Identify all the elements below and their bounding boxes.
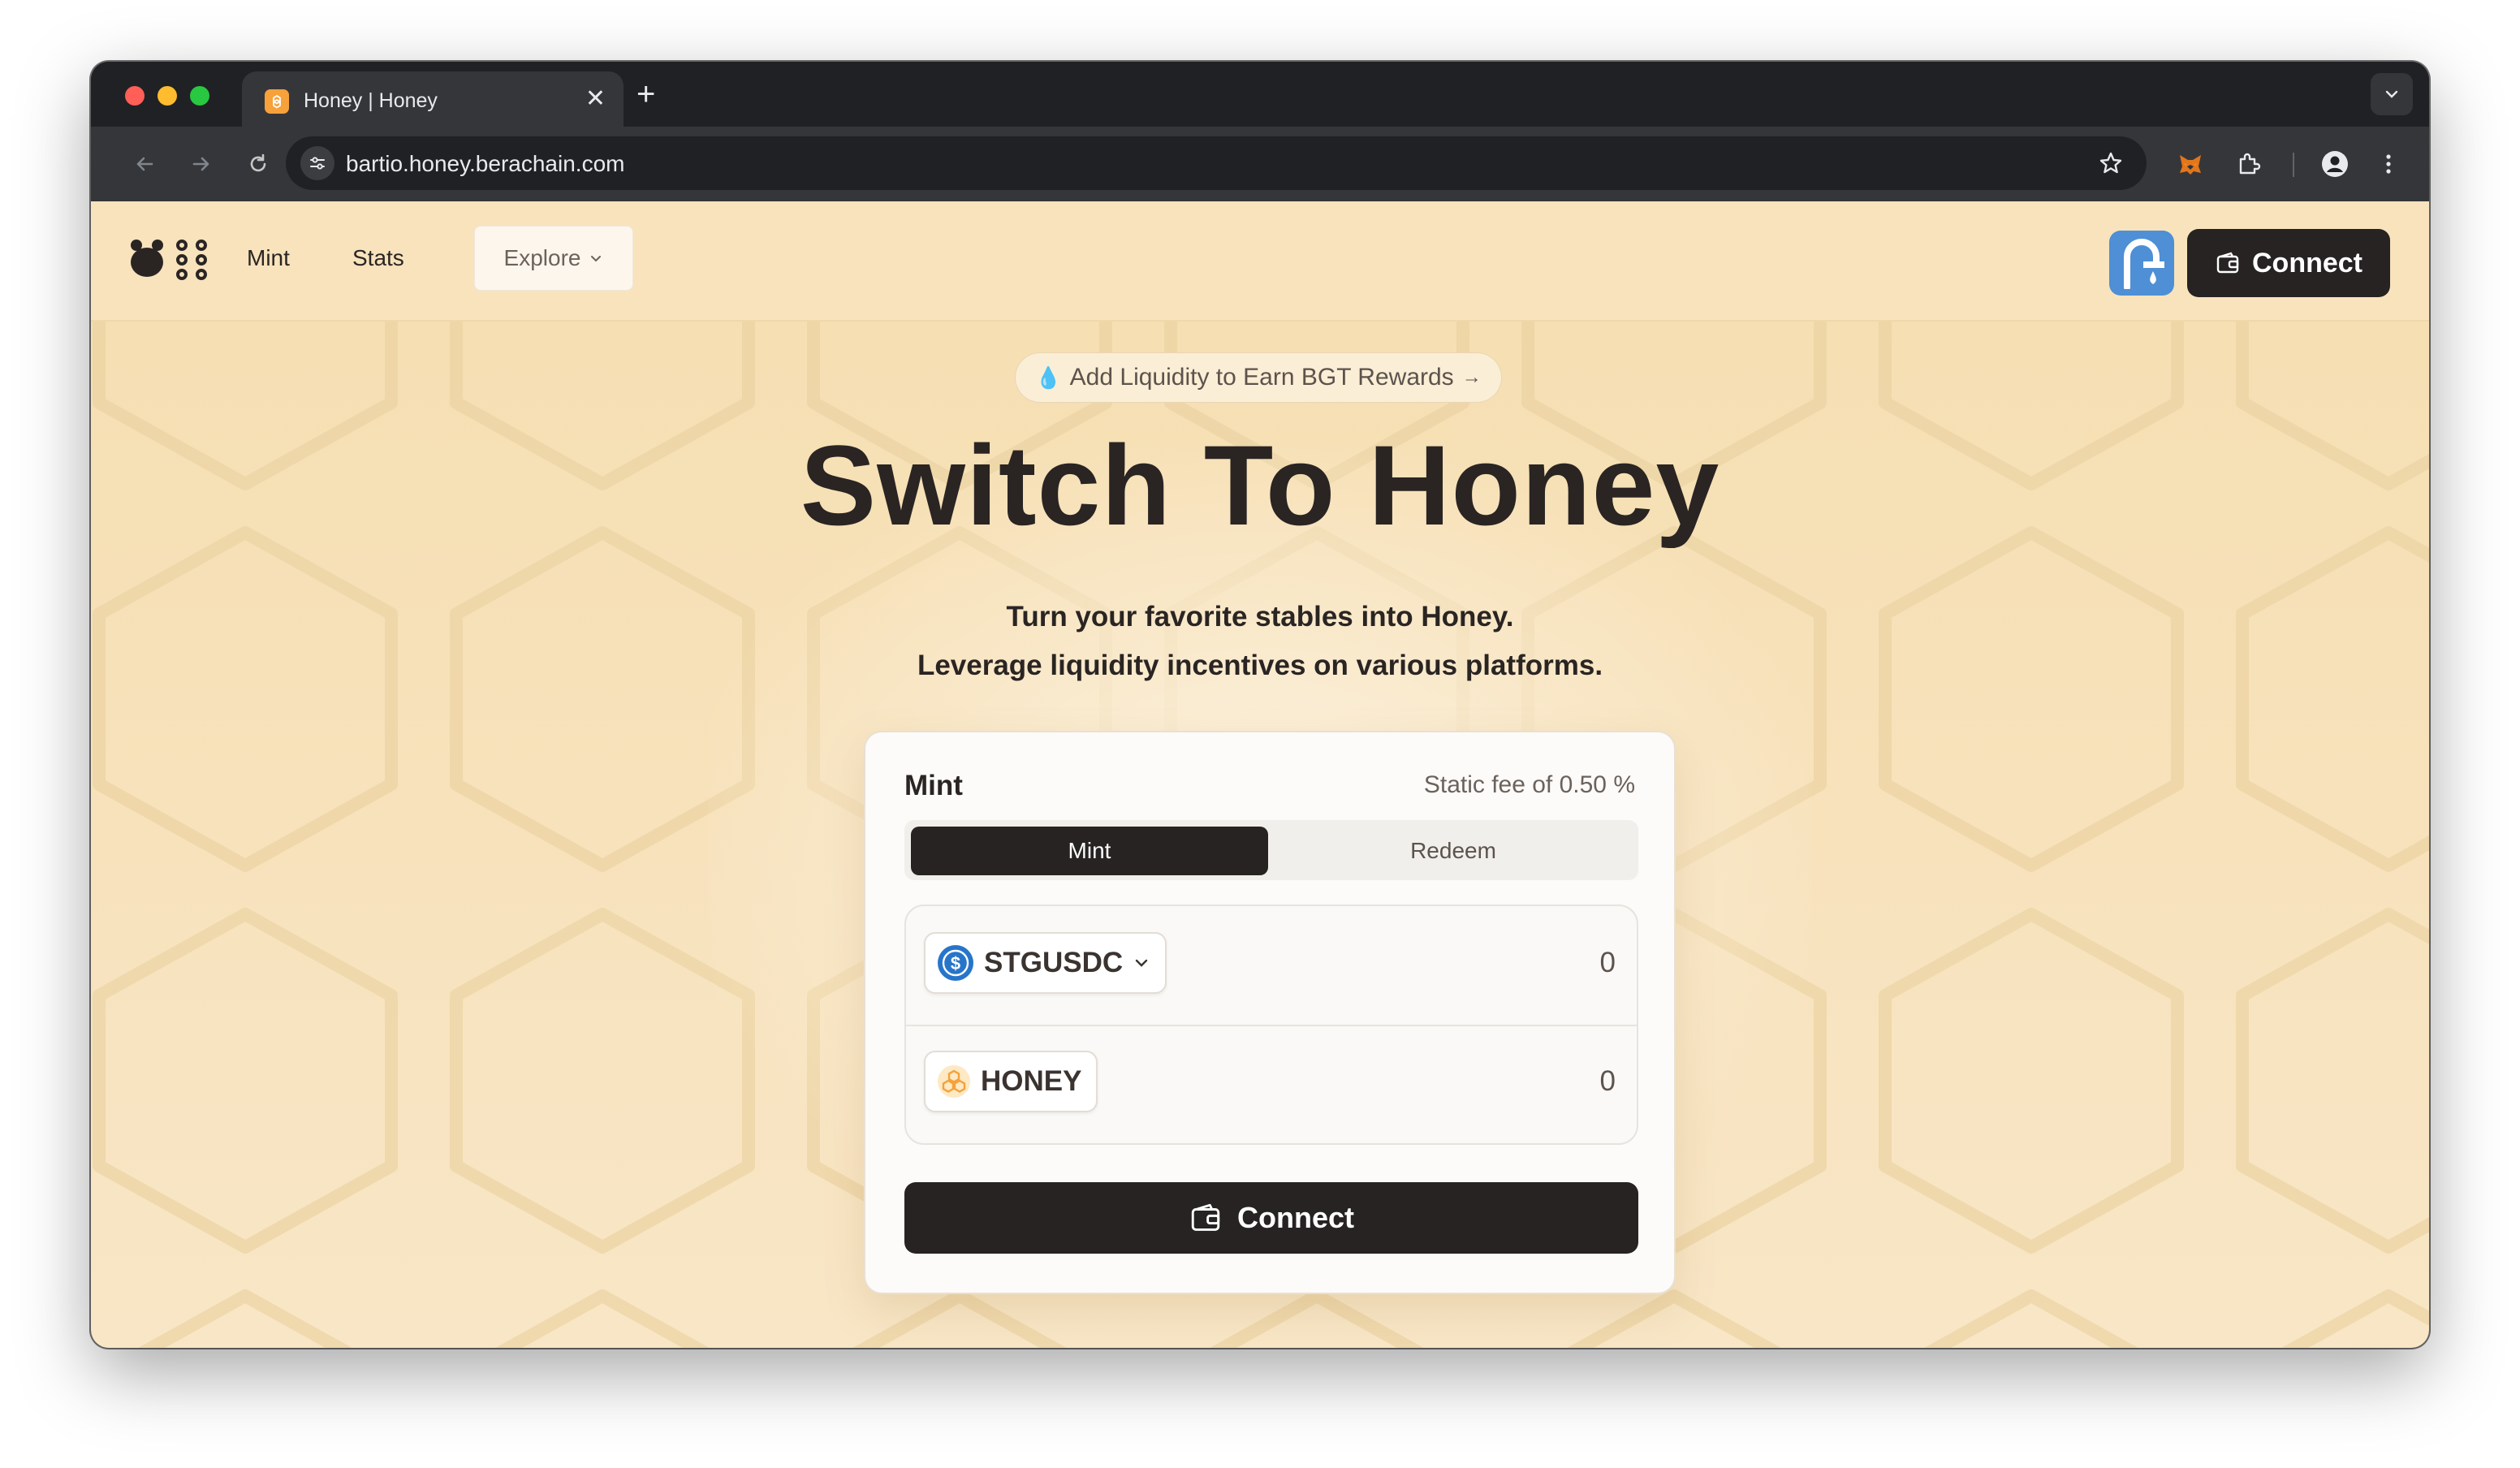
- faucet-icon[interactable]: [2109, 231, 2174, 296]
- bookmark-star-icon[interactable]: [2093, 145, 2129, 181]
- svg-text:$: $: [951, 953, 960, 974]
- mint-card: Mint Static fee of 0.50 % Mint Redeem $ …: [864, 731, 1676, 1294]
- honey-favicon-icon: [265, 89, 289, 114]
- tab-close-icon[interactable]: ✕: [585, 84, 606, 114]
- nav-mint-link[interactable]: Mint: [247, 245, 290, 271]
- profile-icon[interactable]: [2317, 146, 2353, 182]
- wallet-icon: [1191, 1203, 1220, 1231]
- tab-mint[interactable]: Mint: [911, 827, 1268, 875]
- new-tab-button[interactable]: +: [636, 76, 655, 112]
- token-divider: [906, 1025, 1637, 1026]
- connect-label: Connect: [1237, 1201, 1354, 1234]
- extensions-puzzle-icon[interactable]: [2231, 146, 2267, 182]
- page-title: Switch To Honey: [800, 421, 1720, 549]
- metamask-fox-icon[interactable]: [2173, 146, 2208, 182]
- chevron-down-icon: [1135, 959, 1148, 967]
- connect-wallet-button[interactable]: Connect: [904, 1182, 1638, 1254]
- token-input-box: $ STGUSDC 0 HONEY 0: [904, 905, 1638, 1145]
- site-settings-icon[interactable]: [300, 146, 334, 180]
- promo-text: Add Liquidity to Earn BGT Rewards: [1069, 364, 1454, 391]
- hero-subtitle-1: Turn your favorite stables into Honey.: [1006, 601, 1514, 633]
- usdc-icon: $: [938, 945, 973, 981]
- browser-window: Honey | Honey ✕ + bartio.honey.berachain…: [91, 62, 2429, 1348]
- fee-text: Static fee of 0.50 %: [1423, 771, 1635, 798]
- nav-stats-link[interactable]: Stats: [352, 245, 404, 271]
- page-content: Mint Stats Explore Connect 💧 Add Liquidi…: [91, 201, 2429, 1348]
- hero-subtitle-2: Leverage liquidity incentives on various…: [917, 650, 1603, 681]
- chevron-down-icon: [591, 256, 602, 262]
- to-token-display: HONEY: [924, 1051, 1098, 1112]
- wallet-icon: [2216, 252, 2239, 274]
- url-text: bartio.honey.berachain.com: [346, 151, 625, 176]
- address-bar[interactable]: bartio.honey.berachain.com: [286, 136, 2147, 190]
- from-token-selector[interactable]: $ STGUSDC: [924, 932, 1167, 994]
- from-token-symbol: STGUSDC: [984, 947, 1124, 978]
- connect-wallet-button-nav[interactable]: Connect: [2187, 229, 2390, 297]
- card-title: Mint: [904, 770, 963, 801]
- reload-icon[interactable]: [240, 146, 276, 182]
- browser-toolbar: bartio.honey.berachain.com: [91, 127, 2429, 201]
- browser-tab[interactable]: Honey | Honey ✕: [242, 71, 624, 127]
- berachain-logo-icon[interactable]: [128, 235, 214, 284]
- explore-dropdown-button[interactable]: Explore: [474, 226, 633, 291]
- tab-title: Honey | Honey: [304, 89, 438, 112]
- tab-strip: Honey | Honey ✕ +: [91, 62, 2429, 127]
- maximize-window-button[interactable]: [190, 86, 209, 106]
- to-token-symbol: HONEY: [981, 1065, 1082, 1097]
- forward-icon[interactable]: [183, 146, 219, 182]
- arrow-right-icon: →: [1461, 366, 1482, 388]
- promo-banner-link[interactable]: 💧 Add Liquidity to Earn BGT Rewards →: [1015, 352, 1502, 403]
- to-amount-output: 0: [1599, 1065, 1616, 1097]
- honey-token-icon: [938, 1065, 970, 1098]
- mint-redeem-toggle: Mint Redeem: [904, 820, 1638, 880]
- connect-label-nav: Connect: [2252, 247, 2362, 278]
- droplet-icon: 💧: [1035, 365, 1062, 390]
- tab-redeem[interactable]: Redeem: [1275, 827, 1632, 875]
- minimize-window-button[interactable]: [158, 86, 177, 106]
- more-vert-icon[interactable]: [2371, 146, 2406, 182]
- close-window-button[interactable]: [125, 86, 145, 106]
- back-icon[interactable]: [127, 146, 162, 182]
- from-amount-input[interactable]: 0: [1600, 947, 1616, 979]
- toolbar-separator: [2293, 153, 2294, 177]
- top-navbar: Mint Stats Explore Connect: [91, 201, 2429, 322]
- explore-label: Explore: [503, 245, 581, 270]
- tab-search-chevron-icon[interactable]: [2371, 73, 2413, 115]
